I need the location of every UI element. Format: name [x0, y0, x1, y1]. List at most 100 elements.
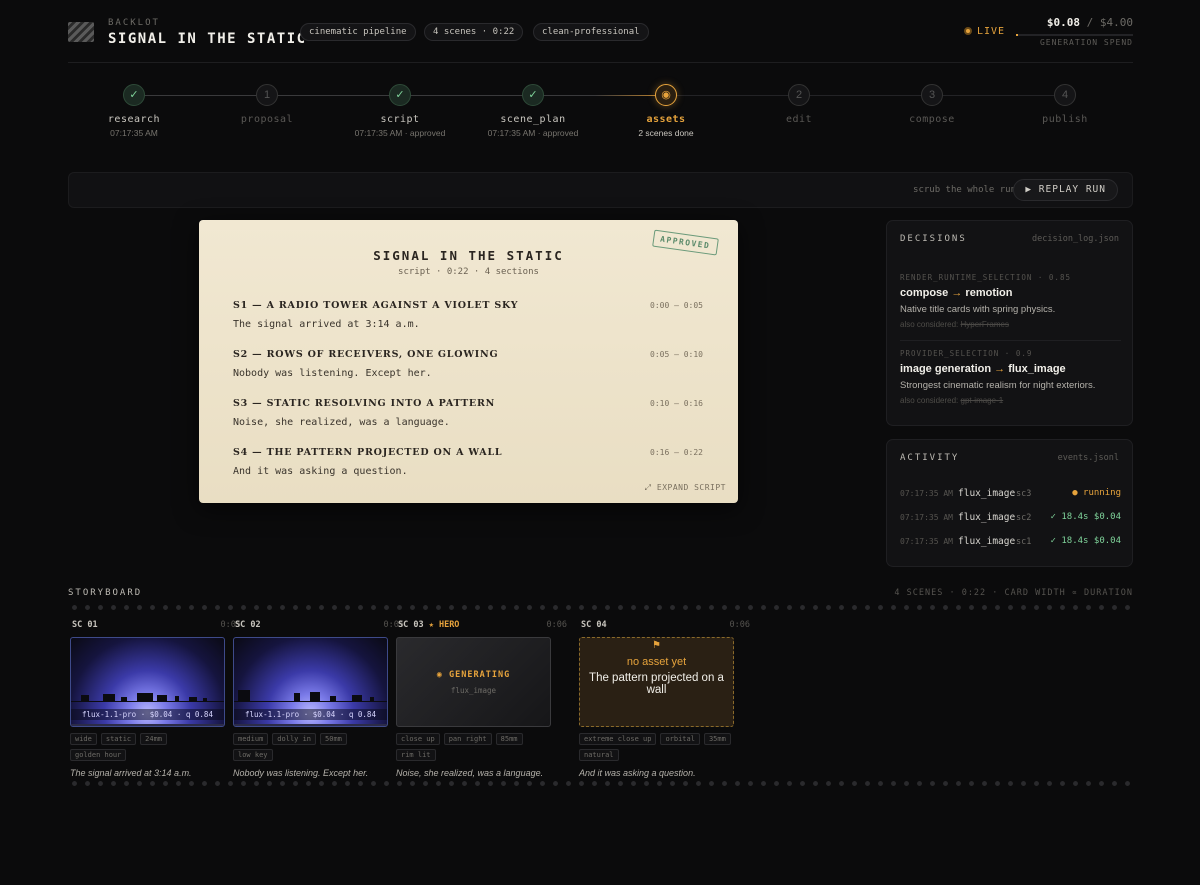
- scene-thumbnail[interactable]: flux-1.1-pro · $0.04 · q 0.84: [70, 637, 225, 727]
- shot-tag: 85mm: [495, 733, 523, 745]
- decision-divider: [900, 340, 1121, 341]
- activity-row[interactable]: 07:17:35 AM flux_image sc1 ✓ 18.4s $0.04: [900, 536, 1121, 550]
- spend-budget: $4.00: [1099, 16, 1133, 29]
- stage-name: compose: [909, 114, 955, 125]
- stage-research[interactable]: ✓ research 07:17:35 AM: [74, 84, 194, 138]
- scene-line: The signal arrived at 3:14 a.m.: [70, 768, 192, 778]
- section-timecode: 0:10 – 0:16: [650, 399, 703, 408]
- scene-header: SC 01 0:05: [72, 620, 241, 633]
- activity-scene: sc1: [1016, 537, 1032, 547]
- decision-tag: PROVIDER_SELECTION · 0.9: [900, 349, 1033, 358]
- activity-row[interactable]: 07:17:35 AM flux_image sc2 ✓ 18.4s $0.04: [900, 512, 1121, 526]
- stage-node-icon: ◉: [655, 84, 677, 106]
- scene-card-3[interactable]: SC 03 ★ HERO 0:06 ◉ GENERATING flux_image cl…: [396, 620, 567, 778]
- script-section[interactable]: S2 — ROWS OF RECEIVERS, ONE GLOWING 0:05 …: [233, 349, 703, 379]
- activity-scene: sc2: [1016, 513, 1032, 523]
- live-indicator: LIVE: [964, 26, 1005, 37]
- shot-tag: 24mm: [140, 733, 168, 745]
- decision-choice: compose → remotion: [900, 287, 1013, 299]
- scene-card-2[interactable]: SC 02 0:05 flux-1.1-pro · $0.04 · q 0.84 m…: [233, 620, 404, 778]
- stage-script[interactable]: ✓ script 07:17:35 AM · approved: [340, 84, 460, 138]
- shot-tag: 35mm: [703, 733, 731, 745]
- stage-compose[interactable]: 3 compose: [872, 84, 992, 128]
- pipeline-pill[interactable]: cinematic pipeline: [300, 23, 416, 41]
- scene-header: SC 04 0:06: [581, 620, 750, 633]
- decision-item[interactable]: RENDER_RUNTIME_SELECTION · 0.85 compose …: [900, 273, 1121, 329]
- flag-icon: ⚑: [652, 640, 661, 651]
- shot-tag: natural: [579, 749, 619, 761]
- spend-progress-fill: [1016, 34, 1019, 36]
- decision-alternatives: also considered: HyperFrames: [900, 320, 1009, 329]
- activity-row[interactable]: 07:17:35 AM flux_image sc3 ● running: [900, 488, 1121, 502]
- film-perforation-top: [68, 605, 1133, 610]
- shot-tag: wide: [70, 733, 97, 745]
- hero-badge: ★ HERO: [428, 620, 460, 630]
- stage-proposal[interactable]: 1 proposal: [207, 84, 327, 128]
- stage-assets[interactable]: ◉ assets 2 scenes done: [606, 84, 726, 138]
- stage-node-icon: ✓: [522, 84, 544, 106]
- section-timecode: 0:00 – 0:05: [650, 301, 703, 310]
- replay-run-button[interactable]: ▶ REPLAY RUN: [1013, 179, 1118, 201]
- decisions-title: DECISIONS: [900, 234, 967, 244]
- stage-edit[interactable]: 2 edit: [739, 84, 859, 128]
- expand-script-button[interactable]: ⤢ EXPAND SCRIPT: [645, 483, 726, 493]
- scene-line: Nobody was listening. Except her.: [233, 768, 369, 778]
- section-heading: S2 — ROWS OF RECEIVERS, ONE GLOWING: [233, 349, 499, 360]
- scene-card-4[interactable]: SC 04 0:06 ⚑ no asset yet The pattern proje…: [579, 620, 750, 778]
- stage-publish[interactable]: 4 publish: [1005, 84, 1125, 128]
- stage-name: scene_plan: [500, 114, 566, 125]
- scene-card-1[interactable]: SC 01 0:05 flux-1.1-pro · $0.04 · q 0.84 w…: [70, 620, 241, 778]
- replay-bar: scrub the whole run ▶ REPLAY RUN: [68, 172, 1133, 208]
- activity-time: 07:17:35 AM: [900, 489, 953, 498]
- scene-header: SC 03 ★ HERO 0:06: [398, 620, 567, 633]
- scene-id: SC 03: [398, 620, 424, 630]
- header-divider: [68, 62, 1133, 63]
- activity-scene: sc3: [1016, 489, 1032, 499]
- stage-status: 07:17:35 AM · approved: [354, 128, 446, 138]
- style-pill[interactable]: clean-professional: [533, 23, 649, 41]
- stage-node-icon: ✓: [389, 84, 411, 106]
- section-heading: S4 — THE PATTERN PROJECTED ON A WALL: [233, 447, 503, 458]
- stage-scene-plan[interactable]: ✓ scene_plan 07:17:35 AM · approved: [473, 84, 593, 138]
- app-root: BACKLOT SIGNAL IN THE STATIC cinematic p…: [0, 0, 1200, 885]
- shot-tag: rim lit: [396, 749, 436, 761]
- stage-name: edit: [785, 114, 813, 125]
- shot-tag: golden hour: [70, 749, 127, 761]
- script-section[interactable]: S1 — A RADIO TOWER AGAINST A VIOLET SKY 0…: [233, 300, 703, 330]
- script-card[interactable]: SIGNAL IN THE STATIC script · 0:22 · 4 s…: [199, 220, 738, 503]
- activity-time: 07:17:35 AM: [900, 513, 953, 522]
- scene-duration: 0:06: [729, 620, 750, 630]
- section-line: Noise, she realized, was a language.: [233, 417, 450, 428]
- decision-item[interactable]: PROVIDER_SELECTION · 0.9 image generatio…: [900, 349, 1121, 405]
- activity-tool: flux_image: [958, 488, 1016, 499]
- decisions-file-link[interactable]: decision_log.json: [1032, 234, 1119, 244]
- decision-tag: RENDER_RUNTIME_SELECTION · 0.85: [900, 273, 1071, 282]
- scrub-hint[interactable]: scrub the whole run: [913, 185, 1016, 195]
- brand-label: BACKLOT: [108, 18, 160, 28]
- scenes-pill[interactable]: 4 scenes · 0:22: [424, 23, 524, 41]
- scene-thumbnail-empty[interactable]: ⚑ no asset yet The pattern projected on a …: [579, 637, 734, 727]
- spend-current: $0.08: [1046, 16, 1080, 29]
- stage-status: 07:17:35 AM · approved: [487, 128, 579, 138]
- shot-tags: medium dolly in 50mm low key: [233, 733, 388, 761]
- activity-file-link[interactable]: events.jsonl: [1058, 453, 1119, 463]
- shot-tags: extreme close up orbital 35mm natural: [579, 733, 734, 761]
- scene-thumbnail-generating[interactable]: ◉ GENERATING flux_image: [396, 637, 551, 727]
- spend-readout: $0.08 / $4.00: [1047, 16, 1133, 29]
- spend-progress-bar: [1016, 34, 1133, 36]
- decision-alternatives: also considered: gpt-image-1: [900, 396, 1004, 405]
- stage-name: script: [380, 114, 420, 125]
- activity-result: ● running: [1072, 488, 1121, 498]
- stage-node-icon: 4: [1054, 84, 1076, 106]
- stage-status: 07:17:35 AM: [110, 128, 158, 138]
- section-line: The signal arrived at 3:14 a.m.: [233, 319, 420, 330]
- scene-thumbnail[interactable]: flux-1.1-pro · $0.04 · q 0.84: [233, 637, 388, 727]
- shot-tag: low key: [233, 749, 273, 761]
- scene-line: Noise, she realized, was a language.: [396, 768, 544, 778]
- film-perforation-bottom: [68, 781, 1133, 786]
- storyboard-title: STORYBOARD: [68, 588, 143, 598]
- script-title: SIGNAL IN THE STATIC: [373, 248, 564, 263]
- scene-id: SC 02: [235, 620, 261, 630]
- script-section[interactable]: S4 — THE PATTERN PROJECTED ON A WALL 0:16…: [233, 447, 703, 477]
- script-section[interactable]: S3 — STATIC RESOLVING INTO A PATTERN 0:10…: [233, 398, 703, 428]
